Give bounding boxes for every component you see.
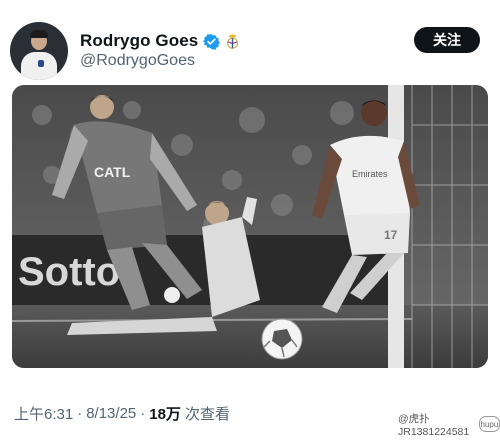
- tweet-photo[interactable]: Sotto CATL Emirates 17: [12, 85, 488, 368]
- watermark-text: @虎扑JR1381224581: [398, 412, 470, 438]
- author-name-row: Rodrygo Goes: [80, 30, 240, 52]
- tweet-meta: 上午6:31 · 8/13/25 · 18万 次查看: [14, 403, 230, 424]
- hupu-watermark: @虎扑JR1381224581 hupu: [398, 413, 500, 438]
- avatar-crest: [38, 60, 44, 67]
- football-match-photo: Sotto CATL Emirates 17: [12, 85, 488, 368]
- avatar-hair: [30, 30, 48, 38]
- author-display-name[interactable]: Rodrygo Goes: [80, 31, 198, 51]
- meta-separator-2: ·: [140, 405, 146, 422]
- tweet-time[interactable]: 上午6:31: [14, 403, 73, 424]
- football: [261, 318, 303, 360]
- follow-button[interactable]: 关注: [414, 27, 480, 53]
- meta-separator: ·: [77, 405, 83, 422]
- shorts-number: 17: [384, 228, 398, 242]
- views-label: 次查看: [184, 406, 230, 423]
- club-badge-icon: [227, 34, 239, 49]
- pitch: [12, 305, 488, 368]
- hupu-logo-icon: hupu: [478, 416, 500, 432]
- views-count[interactable]: 18万: [149, 403, 181, 424]
- jersey-sponsor-text: CATL: [94, 164, 131, 180]
- tweet-date[interactable]: 8/13/25: [86, 405, 136, 422]
- jersey-sponsor-white: Emirates: [352, 169, 388, 179]
- advertising-board-text: Sotto: [18, 250, 120, 294]
- author-handle[interactable]: @RodrygoGoes: [80, 52, 195, 70]
- author-avatar[interactable]: [10, 22, 68, 80]
- verified-badge-icon: [203, 33, 221, 50]
